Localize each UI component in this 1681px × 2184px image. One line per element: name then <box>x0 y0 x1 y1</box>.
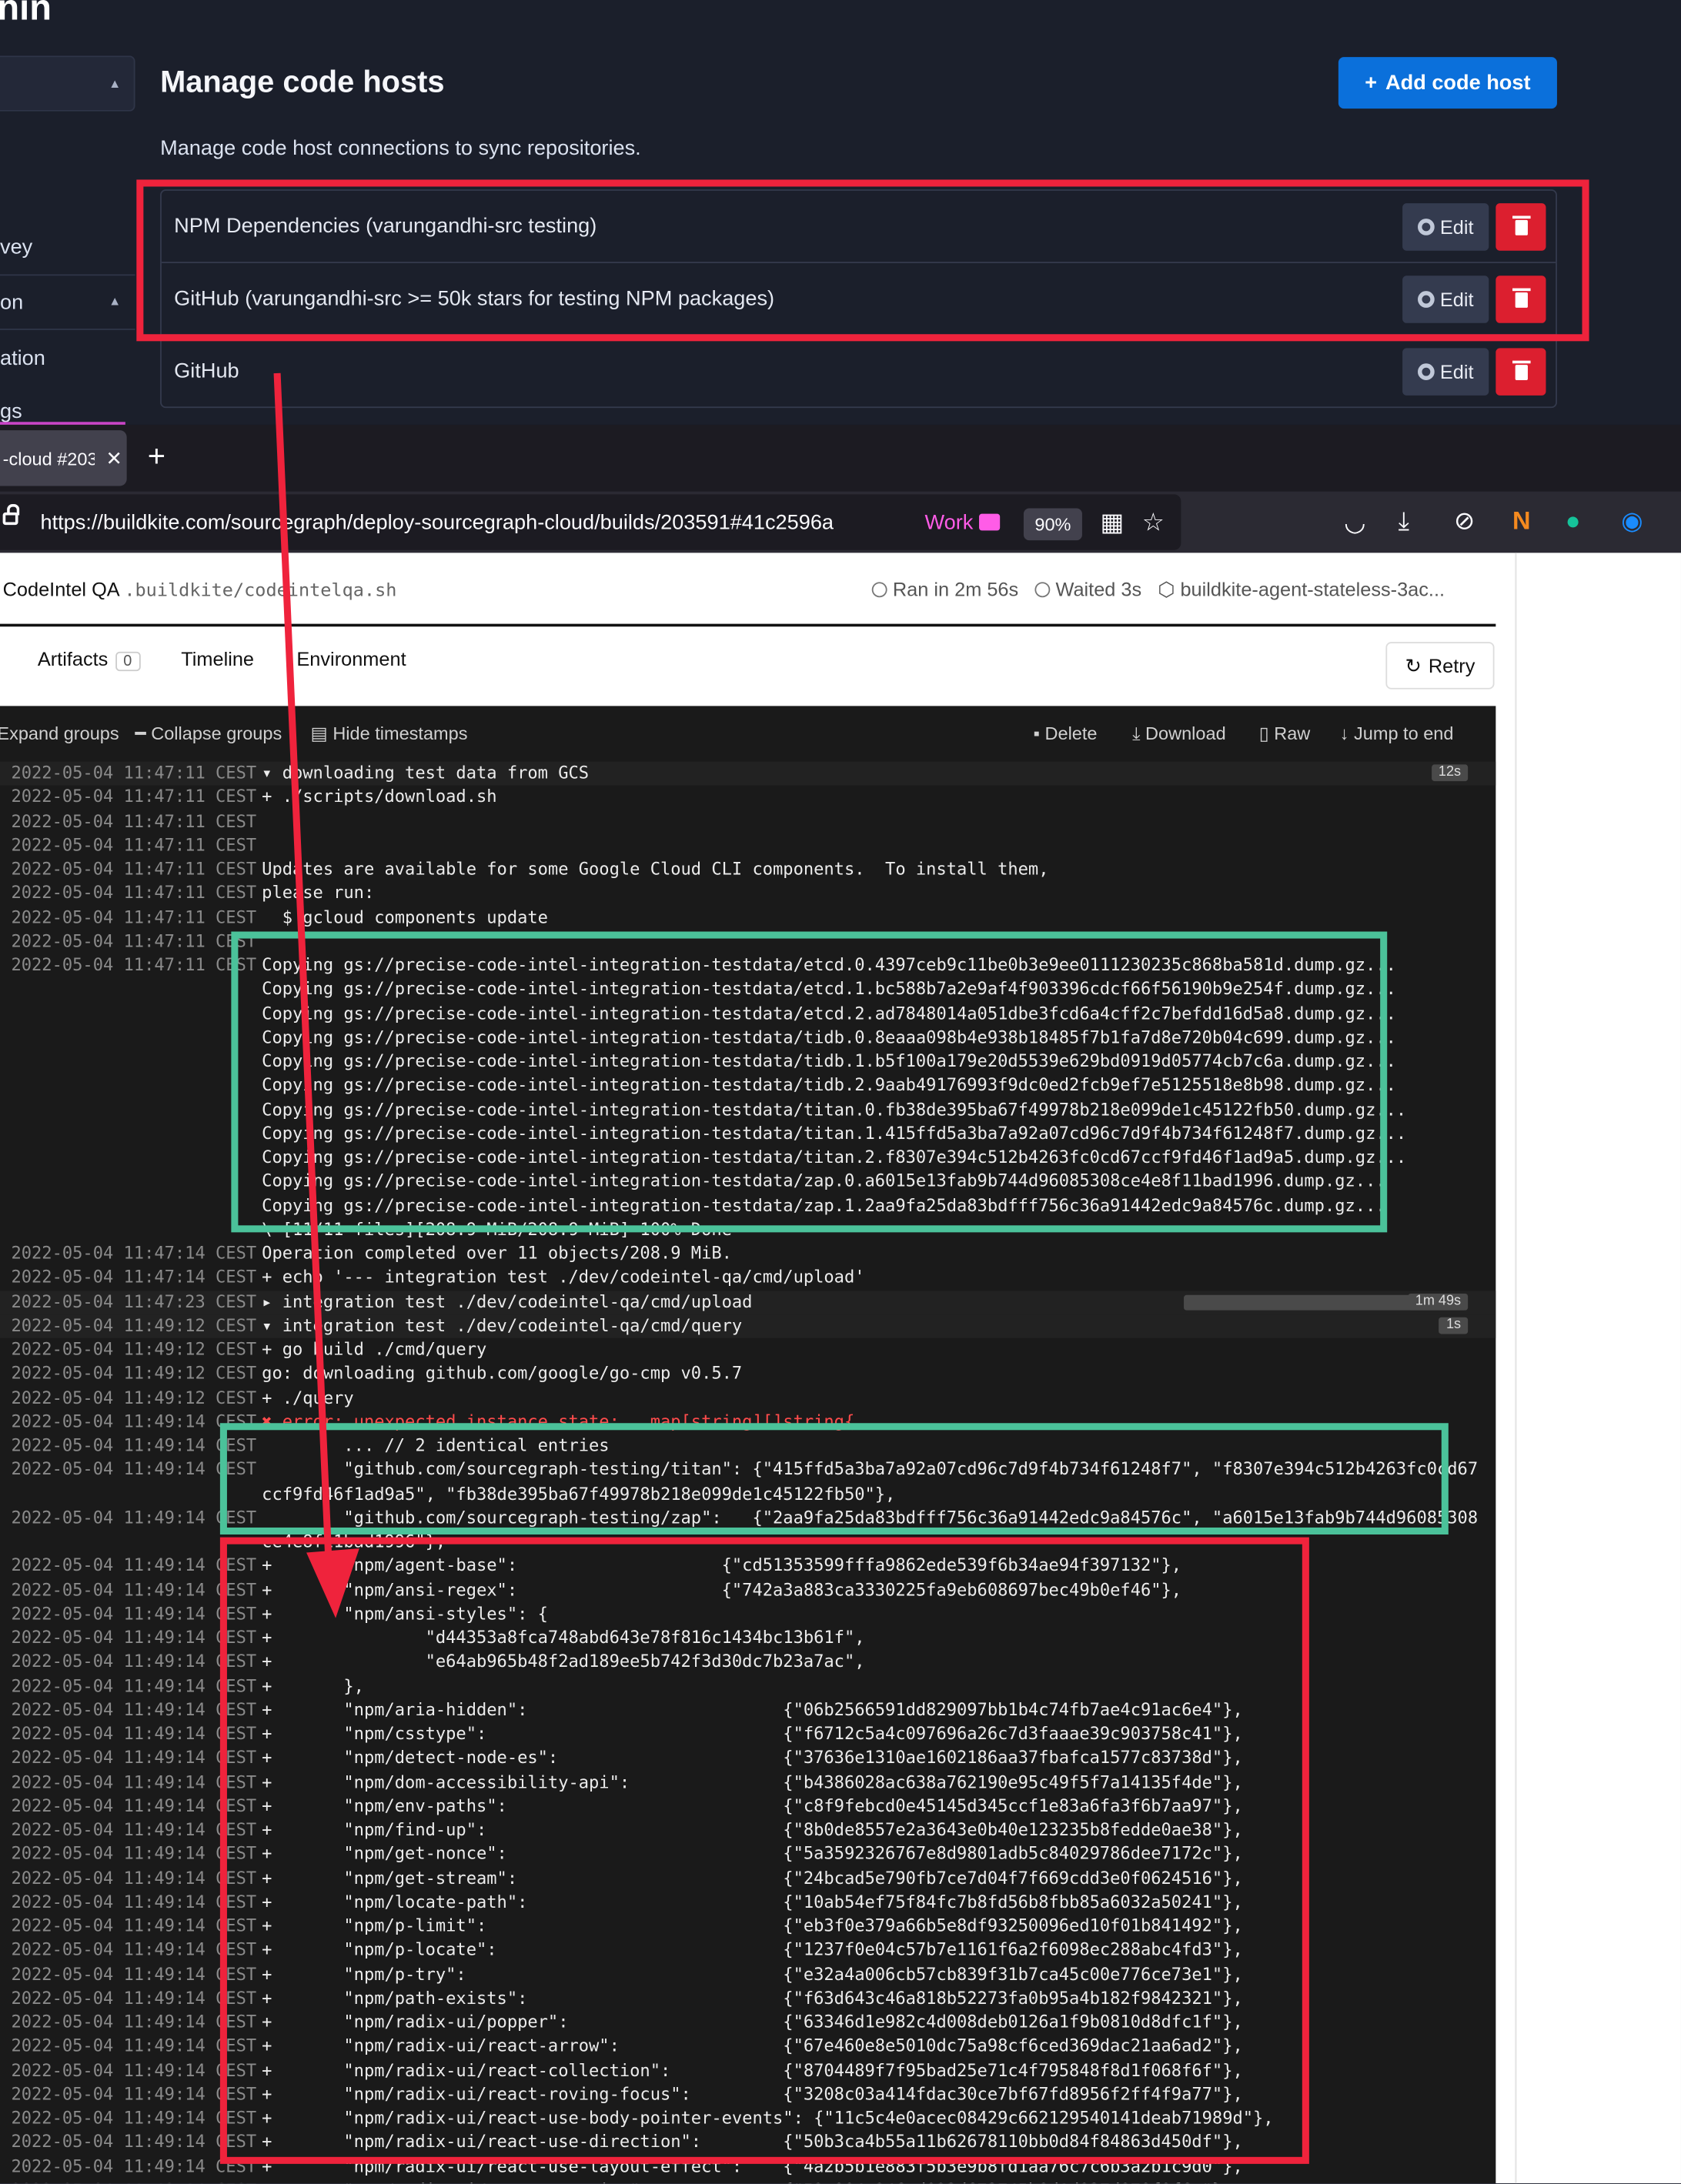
screenshot-stage: nin ▲ vey on ▲ ation gs Manage code host… <box>0 0 1681 2184</box>
annotation-arrow <box>273 372 359 1618</box>
